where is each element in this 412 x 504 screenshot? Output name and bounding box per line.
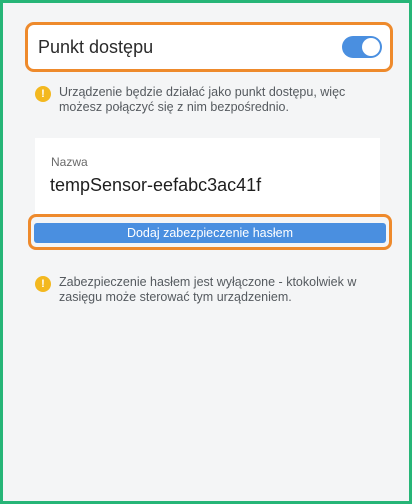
access-point-toggle[interactable] <box>342 36 382 58</box>
add-password-button[interactable]: Dodaj zabezpieczenie hasłem <box>34 223 386 243</box>
name-card: Nazwa tempSensor-eefabc3ac41f <box>35 138 380 215</box>
security-info-text: Zabezpieczenie hasłem jest wyłączone - k… <box>59 275 357 304</box>
warning-icon: ! <box>35 276 51 292</box>
name-label: Nazwa <box>51 155 88 169</box>
access-point-section: Punkt dostępu <box>25 22 393 72</box>
device-name-value[interactable]: tempSensor-eefabc3ac41f <box>50 175 261 196</box>
toggle-knob <box>362 38 380 56</box>
access-point-info-text: Urządzenie będzie działać jako punkt dos… <box>59 85 346 114</box>
access-point-title: Punkt dostępu <box>38 37 154 57</box>
warning-icon: ! <box>35 86 51 102</box>
password-button-highlight: Dodaj zabezpieczenie hasłem <box>28 214 392 250</box>
screen-frame: Punkt dostępu ! Urządzenie będzie działa… <box>0 0 412 504</box>
